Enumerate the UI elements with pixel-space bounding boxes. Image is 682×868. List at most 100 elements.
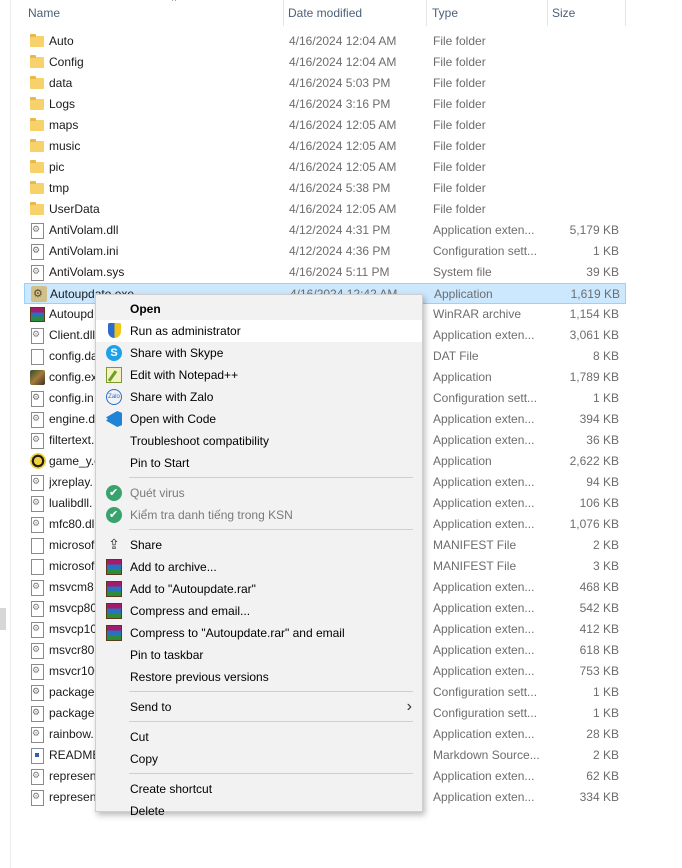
file-size: 94 KB [586,475,619,489]
application-icon [31,286,47,302]
menu-item-compress-and-email[interactable]: Compress and email... [96,600,422,622]
file-size [548,115,619,136]
file-size [548,52,619,73]
file-size [548,199,619,220]
share-icon: ⇪ [108,537,120,553]
file-name: AntiVolam.sys [49,265,125,279]
menu-item-pin-to-taskbar[interactable]: Pin to taskbar [96,644,422,666]
file-name: Auto [49,34,74,48]
column-name-header[interactable]: Name [24,0,284,26]
menu-item-copy[interactable]: Copy [96,748,422,770]
file-row[interactable]: AntiVolam.ini 4/12/2024 4:36 PM Configurat… [24,241,626,262]
menu-item-cut[interactable]: Cut [96,726,422,748]
file-type: DAT File [433,349,479,363]
file-icon [31,559,44,575]
file-type: Application exten... [433,790,535,804]
folder-row[interactable]: pic 4/16/2024 12:05 AM File folder [24,157,626,178]
column-size-header[interactable]: Size [548,0,626,26]
folder-row[interactable]: maps 4/16/2024 12:05 AM File folder [24,115,626,136]
file-type: File folder [433,202,486,216]
folder-row[interactable]: music 4/16/2024 12:05 AM File folder [24,136,626,157]
file-row[interactable]: AntiVolam.dll 4/12/2024 4:31 PM Applicatio… [24,220,626,241]
menu-item-label: Pin to Start [130,456,190,470]
folder-row[interactable]: tmp 4/16/2024 5:38 PM File folder [24,178,626,199]
folder-row[interactable]: UserData 4/16/2024 12:05 AM File folder [24,199,626,220]
file-size: 8 KB [592,349,619,363]
menu-item-open-with-code[interactable]: Open with Code [96,408,422,430]
folder-row[interactable]: Config 4/16/2024 12:04 AM File folder [24,52,626,73]
menu-item-troubleshoot-compatibility[interactable]: Troubleshoot compatibility [96,430,422,452]
menu-item-share-with-skype[interactable]: S Share with Skype [96,342,422,364]
dll-file-icon [31,622,44,638]
file-size: 3 KB [592,559,619,573]
file-date-modified: 4/16/2024 12:04 AM [289,55,397,69]
column-divider[interactable] [625,0,626,26]
menu-item-compress-to-autoupdate-rar-and-email[interactable]: Compress to "Autoupdate.rar" and email [96,622,422,644]
menu-item-share-with-zalo[interactable]: Zalo Share with Zalo [96,386,422,408]
uac-shield-icon [108,323,121,338]
file-type: System file [433,265,492,279]
menu-item-create-shortcut[interactable]: Create shortcut [96,778,422,800]
folder-icon [30,118,44,131]
menu-item-label: Share [130,538,163,552]
context-menu: Open Run as administrator S Share with Skyp… [95,294,423,818]
menu-item-send-to[interactable]: Send to › [96,696,422,718]
file-size [548,178,619,199]
file-size: 5,179 KB [569,223,619,237]
file-size: 468 KB [579,580,619,594]
column-header: ^ Name Date modified Type Size [24,0,626,26]
menu-item-delete[interactable]: Delete [96,800,422,822]
markdown-file-icon [31,748,44,764]
file-row[interactable]: AntiVolam.sys 4/16/2024 5:11 PM System fil… [24,262,626,283]
folder-icon [30,139,44,152]
column-date-modified-header[interactable]: Date modified [284,0,427,26]
config-file-icon [31,391,44,407]
file-size: 1,154 KB [569,307,619,321]
file-icon [31,538,44,554]
folder-icon [30,55,44,68]
menu-item-label: Share with Skype [130,346,224,360]
menu-item-run-as-administrator[interactable]: Run as administrator [96,320,422,342]
menu-item-open[interactable]: Open [96,298,422,320]
column-type-header[interactable]: Type [428,0,548,26]
file-size: 618 KB [579,643,619,657]
file-name: Logs [49,97,76,111]
file-date-modified: 4/16/2024 5:03 PM [289,76,391,90]
menu-item-edit-with-notepad[interactable]: Edit with Notepad++ [96,364,422,386]
navigation-pane-scroll-marker[interactable] [0,608,6,630]
folder-icon [30,34,44,47]
file-type: Application [433,370,492,384]
folder-row[interactable]: Logs 4/16/2024 3:16 PM File folder [24,94,626,115]
dll-file-icon [31,433,44,449]
menu-item-label: Share with Zalo [130,390,214,404]
menu-item-label: Run as administrator [130,324,241,338]
menu-item-share[interactable]: ⇪ Share [96,534,422,556]
menu-item-pin-to-start[interactable]: Pin to Start [96,452,422,474]
menu-item-label: Quét virus [130,486,185,500]
kaspersky-shield-icon [106,504,122,526]
dll-file-icon [31,790,44,806]
file-size: 2 KB [592,538,619,552]
menu-item-label: Kiểm tra danh tiếng trong KSN [130,508,293,522]
column-divider[interactable] [426,0,427,26]
file-date-modified: 4/16/2024 12:05 AM [289,202,397,216]
folder-icon [30,181,44,194]
file-size: 28 KB [586,727,619,741]
menu-item-restore-previous-versions[interactable]: Restore previous versions [96,666,422,688]
menu-item-add-to-autoupdate-rar[interactable]: Add to "Autoupdate.rar" [96,578,422,600]
dll-file-icon [31,517,44,533]
folder-row[interactable]: data 4/16/2024 5:03 PM File folder [24,73,626,94]
file-type: File folder [433,97,486,111]
folder-row[interactable]: Auto 4/16/2024 12:04 AM File folder [24,31,626,52]
file-date-modified: 4/12/2024 4:36 PM [289,244,391,258]
menu-item-label: Add to archive... [130,560,217,574]
menu-item-add-to-archive[interactable]: Add to archive... [96,556,422,578]
file-size: 2,622 KB [569,454,619,468]
menu-item-label: Troubleshoot compatibility [130,434,269,448]
file-size: 1,619 KB [570,287,620,301]
file-date-modified: 4/16/2024 12:04 AM [289,34,397,48]
file-name: maps [49,118,79,132]
folder-icon [30,202,44,215]
file-type: File folder [433,76,486,90]
file-type: Application exten... [433,433,535,447]
